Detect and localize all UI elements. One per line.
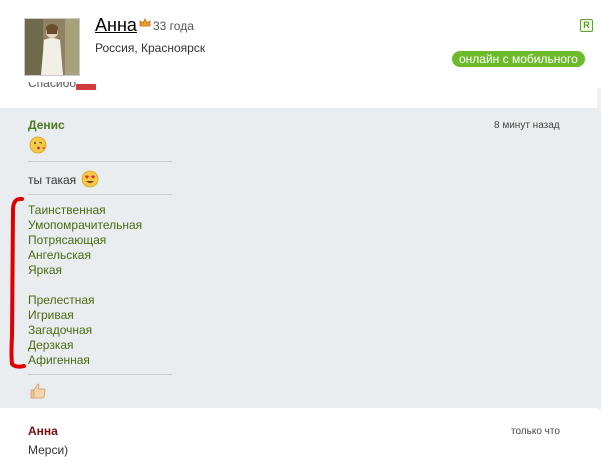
red-highlight-bracket	[9, 196, 26, 369]
registered-icon: R	[580, 19, 593, 32]
kiss-emoji-icon	[29, 136, 47, 154]
compliment-word: Потрясающая	[28, 233, 107, 247]
compliment-word: Таинственная	[28, 203, 106, 217]
compliment-word: Игривая	[28, 308, 74, 322]
divider	[28, 374, 172, 375]
avatar[interactable]	[24, 18, 80, 76]
divider	[28, 194, 172, 195]
compliment-word: Загадочная	[28, 323, 93, 337]
message-author[interactable]: Анна	[28, 424, 58, 438]
profile-name-link[interactable]: Анна	[95, 15, 137, 36]
compliment-word: Прелестная	[28, 293, 95, 307]
message-item	[0, 410, 601, 476]
divider	[28, 161, 172, 162]
profile-location: Россия, Красноярск	[95, 41, 206, 55]
message-author[interactable]: Денис	[28, 118, 65, 132]
message-time: только что	[505, 425, 566, 438]
previous-message-fragment: Спасибо	[28, 82, 108, 90]
compliment-word: Умопомрачительная	[28, 218, 143, 232]
previous-message-text: Спасибо	[28, 82, 77, 90]
thumbs-up-icon	[30, 383, 46, 399]
compliment-word: Ангельская	[28, 248, 91, 262]
heart-eyes-emoji-icon	[81, 170, 99, 188]
message-text: Мерси)	[28, 443, 69, 457]
profile-header: Анна 33 года Россия, Красноярск R онлайн…	[0, 0, 601, 90]
compliment-word: Афигенная	[28, 353, 90, 367]
message-time: 8 минут назад	[494, 120, 560, 131]
online-status-badge: онлайн с мобильного	[452, 51, 585, 67]
message-line: ты такая	[28, 173, 77, 187]
crown-icon	[139, 18, 151, 27]
previous-emoji-icon	[76, 84, 96, 90]
compliment-word: Яркая	[28, 263, 63, 277]
profile-age: 33 года	[153, 19, 194, 33]
compliment-word: Дерзкая	[28, 338, 74, 352]
